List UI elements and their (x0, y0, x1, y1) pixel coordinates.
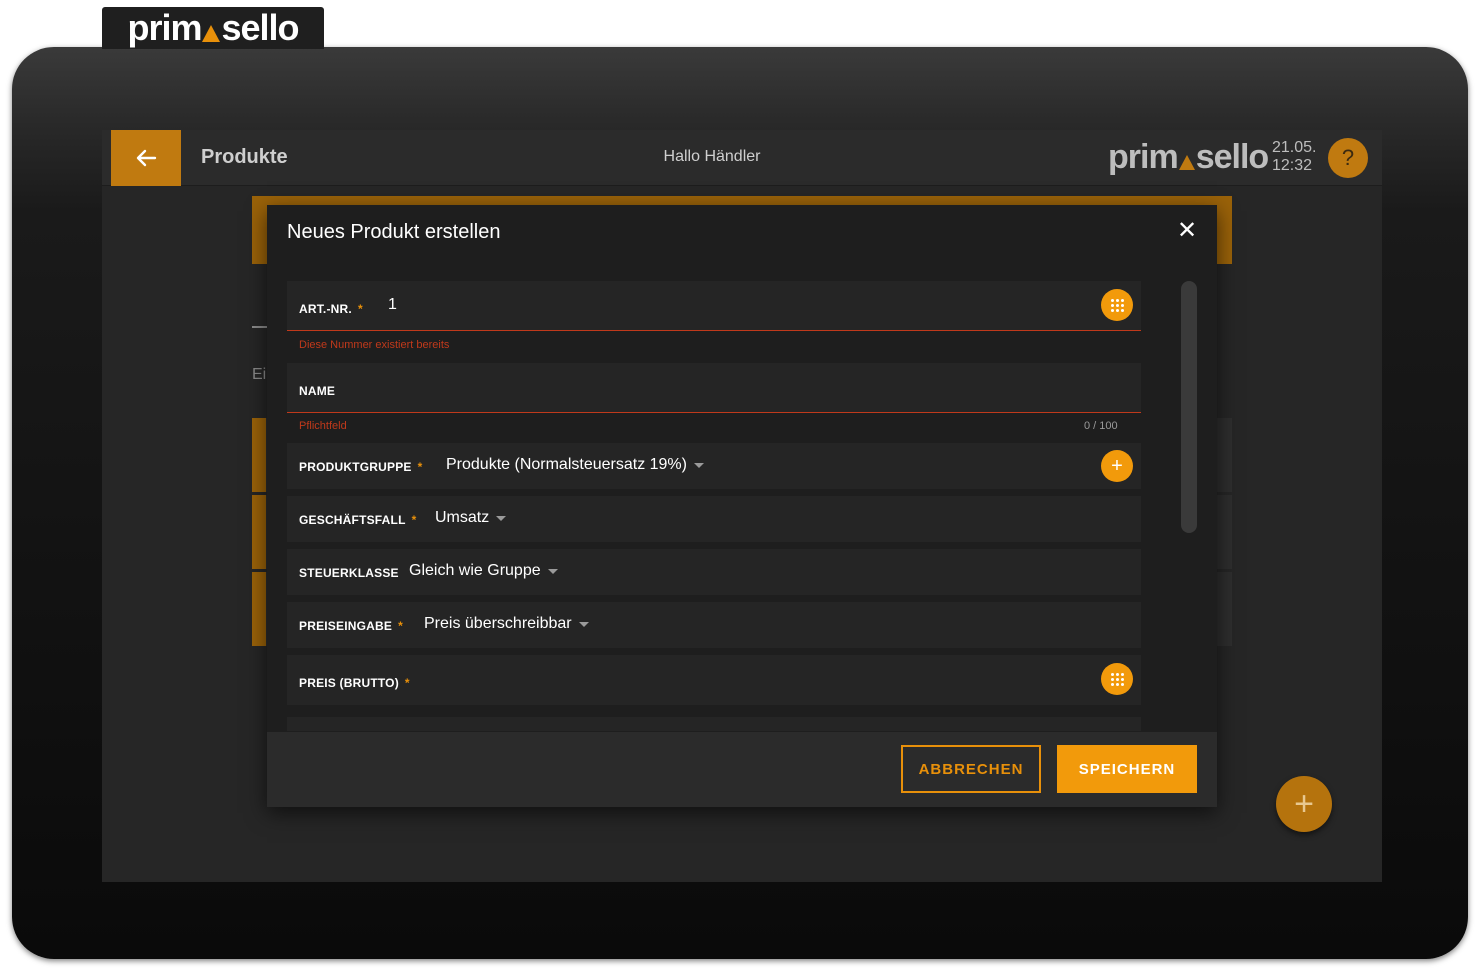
preis-keypad-button[interactable] (1101, 663, 1133, 695)
app-header: Produkte Hallo Händler prim sello 21.05. … (102, 130, 1382, 186)
steuerklasse-select[interactable]: Gleich wie Gruppe (409, 562, 558, 580)
arrow-left-icon (136, 149, 157, 167)
produktgruppe-label: PRODUKTGRUPPE * (299, 460, 423, 474)
logo-triangle-icon (202, 24, 221, 42)
chevron-down-icon (578, 621, 589, 627)
back-button[interactable] (111, 130, 181, 186)
background-divider (252, 326, 268, 328)
dialog-footer: ABBRECHEN SPEICHERN (267, 732, 1217, 807)
dialog-scrollbar[interactable] (1181, 281, 1197, 533)
preiseingabe-field[interactable]: PREISEINGABE * Preis überschreibbar (287, 602, 1141, 648)
dialog-body: ART.-NR. * 1 Diese Nummer existiert berei… (287, 281, 1141, 731)
dialog-title: Neues Produkt erstellen (287, 221, 501, 243)
geschaeftsfall-select[interactable]: Umsatz (435, 509, 507, 527)
art-nr-label: ART.-NR. * (299, 302, 363, 316)
geschaeftsfall-label: GESCHÄFTSFALL * (299, 513, 417, 527)
app-screen: Produkte Hallo Händler prim sello 21.05. … (102, 130, 1382, 882)
art-nr-value[interactable]: 1 (388, 296, 397, 314)
greeting-text: Hallo Händler (663, 148, 761, 165)
art-nr-error: Diese Nummer existiert bereits (299, 339, 450, 351)
name-counter: 0 / 100 (1084, 420, 1118, 432)
art-nr-field[interactable]: ART.-NR. * 1 (287, 281, 1141, 331)
primasello-logo: prim sello (127, 7, 299, 48)
help-button[interactable]: ? (1328, 138, 1368, 178)
chevron-down-icon (693, 462, 704, 468)
save-button[interactable]: SPEICHERN (1057, 745, 1197, 793)
preis-field[interactable]: PREIS (BRUTTO) * (287, 655, 1141, 705)
background-text: Ei (252, 366, 267, 383)
logo-text-right: sello (221, 7, 299, 48)
logo-text-left: prim (127, 7, 202, 48)
cancel-button[interactable]: ABBRECHEN (901, 745, 1041, 793)
dialpad-icon (1110, 298, 1124, 312)
add-produktgruppe-button[interactable]: + (1101, 450, 1133, 482)
datetime: 21.05. 12:32 (1272, 139, 1316, 175)
date-text: 21.05. (1272, 139, 1317, 156)
header-logo-left: prim (1108, 138, 1179, 176)
produktgruppe-field[interactable]: PRODUKTGRUPPE * Produkte (Normalsteuersat… (287, 443, 1141, 489)
page-title: Produkte (201, 146, 288, 168)
chevron-down-icon (547, 568, 558, 574)
header-logo-right: sello (1195, 138, 1269, 176)
steuerklasse-label: STEUERKLASSE (299, 566, 399, 580)
preis-label: PREIS (BRUTTO) * (299, 676, 410, 690)
preiseingabe-label: PREISEINGABE * (299, 619, 403, 633)
chevron-down-icon (496, 515, 507, 521)
name-label: NAME (299, 384, 336, 398)
geschaeftsfall-field[interactable]: GESCHÄFTSFALL * Umsatz (287, 496, 1141, 542)
next-field (287, 717, 1141, 731)
add-product-fab[interactable]: + (1276, 776, 1332, 832)
header-logo-triangle-icon (1178, 155, 1195, 170)
close-icon[interactable]: ✕ (1177, 219, 1197, 243)
header-logo: prim sello (1108, 138, 1269, 177)
create-product-dialog: Neues Produkt erstellen ✕ ART.-NR. * 1 Di… (267, 205, 1217, 807)
time-text: 12:32 (1272, 157, 1313, 174)
produktgruppe-select[interactable]: Produkte (Normalsteuersatz 19%) (446, 456, 704, 474)
preiseingabe-select[interactable]: Preis überschreibbar (424, 615, 589, 633)
name-error: Pflichtfeld (299, 420, 347, 432)
steuerklasse-field[interactable]: STEUERKLASSE Gleich wie Gruppe (287, 549, 1141, 595)
brand-tab: prim sello (102, 7, 324, 49)
name-field[interactable]: NAME (287, 363, 1141, 413)
art-nr-keypad-button[interactable] (1101, 289, 1133, 321)
dialpad-icon (1110, 672, 1124, 686)
